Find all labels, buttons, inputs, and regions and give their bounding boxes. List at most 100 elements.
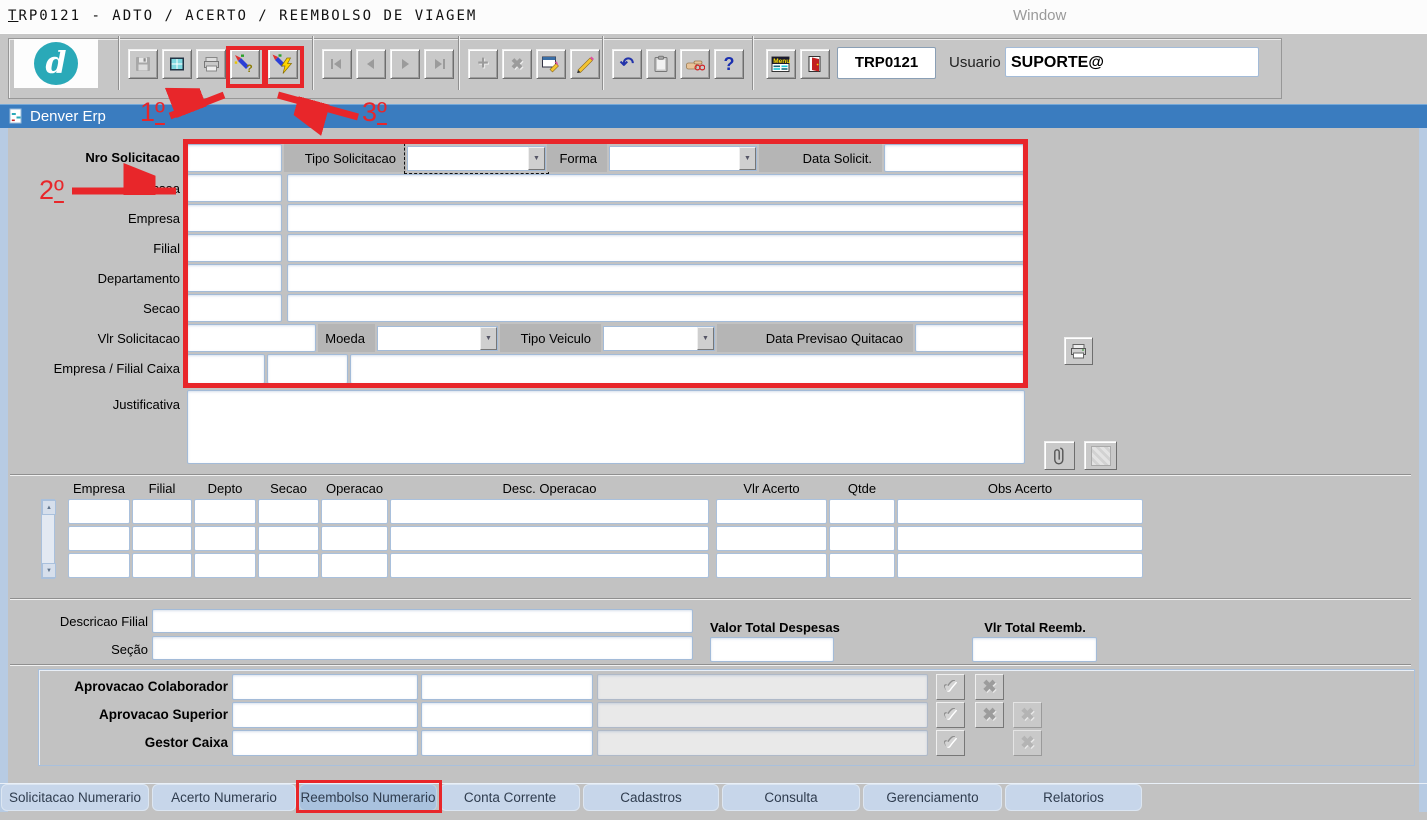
tab-reembolso-numerario[interactable]: Reembolso Numerario: [299, 784, 437, 811]
grid-cell[interactable]: [68, 499, 130, 524]
display-item-button[interactable]: [680, 49, 710, 79]
attachment-button[interactable]: [1044, 441, 1075, 470]
next-record-button[interactable]: [390, 49, 420, 79]
grid-cell[interactable]: [132, 553, 192, 578]
grid-cell[interactable]: [194, 526, 256, 551]
usuario-input[interactable]: SUPORTE@: [1005, 47, 1259, 77]
filial-caixa-input[interactable]: [267, 354, 348, 384]
last-record-button[interactable]: [424, 49, 454, 79]
menu-window[interactable]: Window: [1013, 7, 1066, 24]
mdi-titlebar[interactable]: Denver Erp: [0, 104, 1427, 129]
chevron-down-icon[interactable]: ▼: [480, 327, 497, 350]
grid-cell[interactable]: [390, 499, 709, 524]
delete-record-button[interactable]: ✖: [502, 49, 532, 79]
pessoa-desc-input[interactable]: [287, 174, 1024, 202]
grid-cell[interactable]: [829, 499, 895, 524]
approve-colaborador-button[interactable]: ✔: [936, 674, 965, 700]
gestor-caixa-date-input[interactable]: [421, 730, 593, 756]
descricao-filial-input[interactable]: [152, 609, 693, 633]
grid-cell[interactable]: [258, 499, 319, 524]
grid-cell[interactable]: [132, 499, 192, 524]
moeda-combo[interactable]: ▼: [377, 326, 498, 351]
secao-code-input[interactable]: [187, 294, 282, 322]
forma-combo[interactable]: ▼: [609, 146, 757, 171]
empresa-desc-input[interactable]: [287, 204, 1024, 232]
tab-gerenciamento[interactable]: Gerenciamento: [863, 784, 1002, 811]
grid-cell[interactable]: [258, 553, 319, 578]
departamento-desc-input[interactable]: [287, 264, 1024, 292]
grid-cell[interactable]: [390, 526, 709, 551]
aprovacao-colaborador-date-input[interactable]: [421, 674, 593, 700]
grid-cell[interactable]: [897, 499, 1143, 524]
grid-cell[interactable]: [897, 553, 1143, 578]
grid-cell[interactable]: [716, 499, 827, 524]
gestor-caixa-user-input[interactable]: [232, 730, 418, 756]
chevron-down-icon[interactable]: ▼: [739, 147, 756, 170]
print-request-button[interactable]: [1064, 337, 1093, 365]
secao-summary-input[interactable]: [152, 636, 693, 660]
grid-cell[interactable]: [390, 553, 709, 578]
grid-cell[interactable]: [829, 553, 895, 578]
grid-cell[interactable]: [716, 526, 827, 551]
help-button[interactable]: ?: [714, 49, 744, 79]
grid-cell[interactable]: [68, 526, 130, 551]
save-button[interactable]: [128, 49, 158, 79]
aprovacao-colaborador-user-input[interactable]: [232, 674, 418, 700]
empresa-caixa-input[interactable]: [187, 354, 265, 384]
filial-desc-input[interactable]: [287, 234, 1024, 262]
chevron-down-icon[interactable]: ▼: [528, 147, 545, 170]
caixa-desc-input[interactable]: [350, 354, 1024, 384]
tab-consulta[interactable]: Consulta: [722, 784, 860, 811]
secao-desc-input[interactable]: [287, 294, 1024, 322]
filial-code-input[interactable]: [187, 234, 282, 262]
tipo-veiculo-combo[interactable]: ▼: [603, 326, 715, 351]
pessoa-code-input[interactable]: [187, 174, 282, 202]
list-of-values-button[interactable]: [536, 49, 566, 79]
scroll-down-icon[interactable]: ▼: [42, 563, 56, 578]
tab-solicitacao-numerario[interactable]: Solicitacao Numerario: [1, 784, 149, 811]
tab-conta-corrente[interactable]: Conta Corrente: [440, 784, 580, 811]
vlr-total-reemb-input[interactable]: [972, 637, 1097, 662]
data-previsao-quitacao-input[interactable]: [915, 324, 1024, 352]
grid-cell[interactable]: [132, 526, 192, 551]
cancel-gestor-button[interactable]: ✖: [1013, 730, 1042, 756]
previous-record-button[interactable]: [356, 49, 386, 79]
grid-cell[interactable]: [897, 526, 1143, 551]
tab-cadastros[interactable]: Cadastros: [583, 784, 719, 811]
cancel-superior-button[interactable]: ✖: [1013, 702, 1042, 728]
nro-solicitacao-input[interactable]: [187, 144, 282, 172]
execute-query-button[interactable]: [268, 49, 298, 79]
grid-cell[interactable]: [194, 499, 256, 524]
undo-button[interactable]: ↶: [612, 49, 642, 79]
image-button[interactable]: [1084, 441, 1117, 470]
edit-item-button[interactable]: [570, 49, 600, 79]
reject-colaborador-button[interactable]: ✖: [975, 674, 1004, 700]
aprovacao-superior-user-input[interactable]: [232, 702, 418, 728]
departamento-code-input[interactable]: [187, 264, 282, 292]
scroll-up-icon[interactable]: ▲: [42, 500, 56, 515]
reject-superior-button[interactable]: ✖: [975, 702, 1004, 728]
approve-gestor-button[interactable]: ✔: [936, 730, 965, 756]
grid-cell[interactable]: [321, 553, 388, 578]
empresa-code-input[interactable]: [187, 204, 282, 232]
grid-cell[interactable]: [321, 526, 388, 551]
tab-relatorios[interactable]: Relatorios: [1005, 784, 1142, 811]
screen-button[interactable]: [162, 49, 192, 79]
tab-acerto-numerario[interactable]: Acerto Numerario: [152, 784, 296, 811]
grid-cell[interactable]: [258, 526, 319, 551]
insert-record-button[interactable]: +: [468, 49, 498, 79]
aprovacao-superior-date-input[interactable]: [421, 702, 593, 728]
justificativa-textarea[interactable]: [187, 390, 1025, 464]
enter-query-button[interactable]: ?: [230, 49, 260, 79]
grid-cell[interactable]: [68, 553, 130, 578]
grid-cell[interactable]: [321, 499, 388, 524]
data-solicit-input[interactable]: [884, 144, 1024, 172]
clipboard-button[interactable]: [646, 49, 676, 79]
valor-total-despesas-input[interactable]: [710, 637, 834, 662]
approve-superior-button[interactable]: ✔: [936, 702, 965, 728]
first-record-button[interactable]: [322, 49, 352, 79]
print-button[interactable]: [196, 49, 226, 79]
tipo-solicitacao-combo[interactable]: ▼: [407, 146, 546, 171]
grid-cell[interactable]: [716, 553, 827, 578]
grid-cell[interactable]: [194, 553, 256, 578]
